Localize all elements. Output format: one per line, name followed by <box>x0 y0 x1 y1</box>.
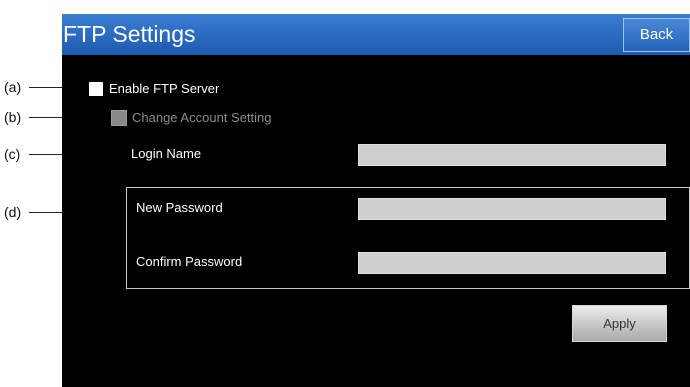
new-password-field[interactable] <box>358 198 666 220</box>
apply-button[interactable]: Apply <box>572 305 667 342</box>
login-name-label: Login Name <box>131 146 202 161</box>
enable-ftp-checkbox[interactable] <box>89 82 103 96</box>
page-title: FTP Settings <box>63 21 196 47</box>
change-account-label: Change Account Setting <box>132 110 272 125</box>
new-password-label: New Password <box>136 200 223 215</box>
enable-ftp-label: Enable FTP Server <box>109 81 220 96</box>
callout-a: (a) <box>4 79 22 95</box>
back-button[interactable]: Back <box>623 18 690 52</box>
ftp-settings-screen: FTP Settings Back Enable FTP Server Chan… <box>62 14 690 387</box>
change-account-checkbox[interactable] <box>111 110 127 126</box>
callout-d: (d) <box>4 204 22 220</box>
confirm-password-label: Confirm Password <box>136 254 243 269</box>
callout-b: (b) <box>4 109 22 125</box>
title-bar: FTP Settings Back <box>62 14 690 55</box>
login-name-field[interactable] <box>358 144 666 166</box>
callout-c: (c) <box>4 146 21 162</box>
confirm-password-field[interactable] <box>358 252 666 274</box>
